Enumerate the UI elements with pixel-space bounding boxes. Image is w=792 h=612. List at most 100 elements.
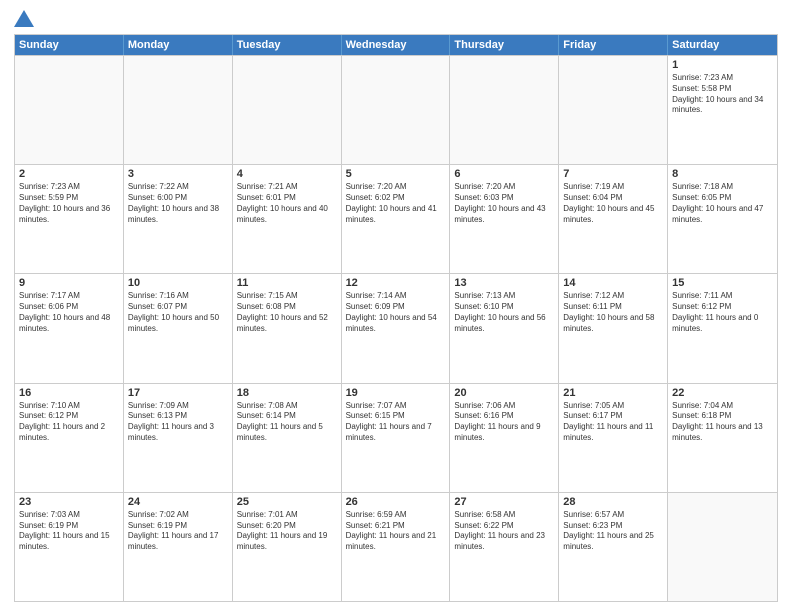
- calendar-cell-5-2: 24 Sunrise: 7:02 AM Sunset: 6:19 PM Dayli…: [124, 493, 233, 601]
- logo-triangle: [14, 10, 34, 27]
- day-info: Sunrise: 7:23 AM Sunset: 5:58 PM Dayligh…: [672, 73, 773, 116]
- calendar-cell-2-2: 3 Sunrise: 7:22 AM Sunset: 6:00 PM Daylig…: [124, 165, 233, 273]
- day-info: Sunrise: 7:05 AM Sunset: 6:17 PM Dayligh…: [563, 401, 663, 444]
- weekday-header-thursday: Thursday: [450, 35, 559, 55]
- day-number: 27: [454, 496, 554, 508]
- calendar-cell-3-5: 13Sunrise: 7:13 AM Sunset: 6:10 PM Dayli…: [450, 274, 559, 382]
- calendar-cell-3-2: 10 Sunrise: 7:16 AM Sunset: 6:07 PM Dayli…: [124, 274, 233, 382]
- day-number: 23: [19, 496, 119, 508]
- weekday-header-tuesday: Tuesday: [233, 35, 342, 55]
- day-number: 28: [563, 496, 663, 508]
- day-number: 19: [346, 387, 446, 399]
- calendar-body: 1 Sunrise: 7:23 AM Sunset: 5:58 PM Daylig…: [15, 55, 777, 601]
- day-number: 14: [563, 277, 663, 289]
- weekday-header-saturday: Saturday: [668, 35, 777, 55]
- day-info: Sunrise: 6:58 AM Sunset: 6:22 PM Dayligh…: [454, 510, 554, 553]
- day-number: 16: [19, 387, 119, 399]
- calendar-cell-1-1: [15, 56, 124, 164]
- day-info: Sunrise: 7:20 AM Sunset: 6:03 PM Dayligh…: [454, 182, 554, 225]
- day-info: Sunrise: 7:12 AM Sunset: 6:11 PM Dayligh…: [563, 291, 663, 334]
- calendar-cell-4-2: 17 Sunrise: 7:09 AM Sunset: 6:13 PM Dayli…: [124, 384, 233, 492]
- day-info: Sunrise: 7:06 AM Sunset: 6:16 PM Dayligh…: [454, 401, 554, 444]
- day-number: 3: [128, 168, 228, 180]
- weekday-header-sunday: Sunday: [15, 35, 124, 55]
- calendar-cell-2-5: 6 Sunrise: 7:20 AM Sunset: 6:03 PM Daylig…: [450, 165, 559, 273]
- day-info: Sunrise: 7:22 AM Sunset: 6:00 PM Dayligh…: [128, 182, 228, 225]
- page: SundayMondayTuesdayWednesdayThursdayFrid…: [0, 0, 792, 612]
- calendar-cell-2-4: 5 Sunrise: 7:20 AM Sunset: 6:02 PM Daylig…: [342, 165, 451, 273]
- day-info: Sunrise: 7:11 AM Sunset: 6:12 PM Dayligh…: [672, 291, 773, 334]
- day-info: Sunrise: 7:04 AM Sunset: 6:18 PM Dayligh…: [672, 401, 773, 444]
- header: [14, 10, 778, 28]
- calendar-row-5: 23 Sunrise: 7:03 AM Sunset: 6:19 PM Dayli…: [15, 492, 777, 601]
- day-info: Sunrise: 7:19 AM Sunset: 6:04 PM Dayligh…: [563, 182, 663, 225]
- calendar-cell-3-4: 12Sunrise: 7:14 AM Sunset: 6:09 PM Dayli…: [342, 274, 451, 382]
- day-info: Sunrise: 7:20 AM Sunset: 6:02 PM Dayligh…: [346, 182, 446, 225]
- calendar-cell-1-4: [342, 56, 451, 164]
- day-number: 24: [128, 496, 228, 508]
- day-info: Sunrise: 7:07 AM Sunset: 6:15 PM Dayligh…: [346, 401, 446, 444]
- day-number: 18: [237, 387, 337, 399]
- calendar-cell-5-5: 27 Sunrise: 6:58 AM Sunset: 6:22 PM Dayli…: [450, 493, 559, 601]
- calendar-cell-1-7: 1 Sunrise: 7:23 AM Sunset: 5:58 PM Daylig…: [668, 56, 777, 164]
- calendar-cell-1-5: [450, 56, 559, 164]
- day-number: 20: [454, 387, 554, 399]
- day-info: Sunrise: 7:08 AM Sunset: 6:14 PM Dayligh…: [237, 401, 337, 444]
- day-number: 17: [128, 387, 228, 399]
- day-info: Sunrise: 6:59 AM Sunset: 6:21 PM Dayligh…: [346, 510, 446, 553]
- calendar-cell-1-6: [559, 56, 668, 164]
- calendar-cell-4-4: 19 Sunrise: 7:07 AM Sunset: 6:15 PM Dayli…: [342, 384, 451, 492]
- logo: [14, 10, 36, 28]
- day-number: 13: [454, 277, 554, 289]
- calendar-cell-4-3: 18 Sunrise: 7:08 AM Sunset: 6:14 PM Dayli…: [233, 384, 342, 492]
- calendar: SundayMondayTuesdayWednesdayThursdayFrid…: [14, 34, 778, 602]
- day-number: 6: [454, 168, 554, 180]
- calendar-row-3: 9Sunrise: 7:17 AM Sunset: 6:06 PM Daylig…: [15, 273, 777, 382]
- day-info: Sunrise: 6:57 AM Sunset: 6:23 PM Dayligh…: [563, 510, 663, 553]
- day-info: Sunrise: 7:16 AM Sunset: 6:07 PM Dayligh…: [128, 291, 228, 334]
- calendar-cell-5-6: 28 Sunrise: 6:57 AM Sunset: 6:23 PM Dayli…: [559, 493, 668, 601]
- day-info: Sunrise: 7:21 AM Sunset: 6:01 PM Dayligh…: [237, 182, 337, 225]
- day-number: 2: [19, 168, 119, 180]
- calendar-cell-2-6: 7 Sunrise: 7:19 AM Sunset: 6:04 PM Daylig…: [559, 165, 668, 273]
- calendar-cell-5-7: [668, 493, 777, 601]
- calendar-cell-2-7: 8 Sunrise: 7:18 AM Sunset: 6:05 PM Daylig…: [668, 165, 777, 273]
- calendar-cell-4-7: 22Sunrise: 7:04 AM Sunset: 6:18 PM Dayli…: [668, 384, 777, 492]
- calendar-cell-1-3: [233, 56, 342, 164]
- day-number: 10: [128, 277, 228, 289]
- day-number: 26: [346, 496, 446, 508]
- day-info: Sunrise: 7:09 AM Sunset: 6:13 PM Dayligh…: [128, 401, 228, 444]
- day-number: 4: [237, 168, 337, 180]
- day-number: 25: [237, 496, 337, 508]
- calendar-cell-4-1: 16 Sunrise: 7:10 AM Sunset: 6:12 PM Dayli…: [15, 384, 124, 492]
- calendar-cell-3-1: 9Sunrise: 7:17 AM Sunset: 6:06 PM Daylig…: [15, 274, 124, 382]
- calendar-cell-2-3: 4 Sunrise: 7:21 AM Sunset: 6:01 PM Daylig…: [233, 165, 342, 273]
- day-info: Sunrise: 7:14 AM Sunset: 6:09 PM Dayligh…: [346, 291, 446, 334]
- day-number: 7: [563, 168, 663, 180]
- day-number: 5: [346, 168, 446, 180]
- weekday-header-monday: Monday: [124, 35, 233, 55]
- logo-icon: [14, 10, 34, 28]
- day-number: 1: [672, 59, 773, 71]
- calendar-cell-4-6: 21 Sunrise: 7:05 AM Sunset: 6:17 PM Dayli…: [559, 384, 668, 492]
- day-info: Sunrise: 7:01 AM Sunset: 6:20 PM Dayligh…: [237, 510, 337, 553]
- day-info: Sunrise: 7:15 AM Sunset: 6:08 PM Dayligh…: [237, 291, 337, 334]
- day-number: 21: [563, 387, 663, 399]
- day-info: Sunrise: 7:17 AM Sunset: 6:06 PM Dayligh…: [19, 291, 119, 334]
- day-info: Sunrise: 7:10 AM Sunset: 6:12 PM Dayligh…: [19, 401, 119, 444]
- calendar-row-2: 2Sunrise: 7:23 AM Sunset: 5:59 PM Daylig…: [15, 164, 777, 273]
- calendar-cell-1-2: [124, 56, 233, 164]
- day-number: 8: [672, 168, 773, 180]
- calendar-cell-5-4: 26 Sunrise: 6:59 AM Sunset: 6:21 PM Dayli…: [342, 493, 451, 601]
- day-info: Sunrise: 7:18 AM Sunset: 6:05 PM Dayligh…: [672, 182, 773, 225]
- calendar-row-4: 16 Sunrise: 7:10 AM Sunset: 6:12 PM Dayli…: [15, 383, 777, 492]
- calendar-row-1: 1 Sunrise: 7:23 AM Sunset: 5:58 PM Daylig…: [15, 55, 777, 164]
- day-number: 11: [237, 277, 337, 289]
- day-info: Sunrise: 7:02 AM Sunset: 6:19 PM Dayligh…: [128, 510, 228, 553]
- calendar-cell-2-1: 2Sunrise: 7:23 AM Sunset: 5:59 PM Daylig…: [15, 165, 124, 273]
- weekday-header-friday: Friday: [559, 35, 668, 55]
- calendar-cell-3-3: 11 Sunrise: 7:15 AM Sunset: 6:08 PM Dayli…: [233, 274, 342, 382]
- weekday-header-wednesday: Wednesday: [342, 35, 451, 55]
- day-info: Sunrise: 7:03 AM Sunset: 6:19 PM Dayligh…: [19, 510, 119, 553]
- calendar-cell-5-1: 23 Sunrise: 7:03 AM Sunset: 6:19 PM Dayli…: [15, 493, 124, 601]
